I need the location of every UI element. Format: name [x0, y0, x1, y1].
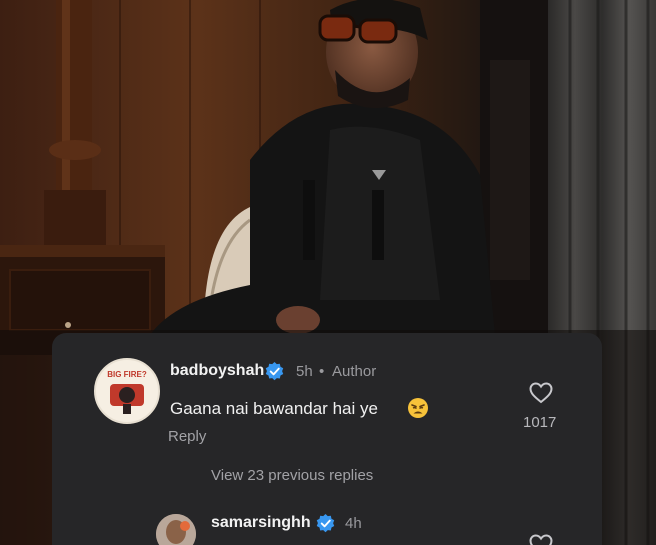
heart-icon[interactable] [529, 534, 553, 545]
avatar-logo-icon: BIG FIRE? [97, 361, 157, 421]
avatar-label: BIG FIRE? [107, 370, 147, 379]
meta-separator: • [319, 363, 325, 380]
reply-username[interactable]: samarsinghh [211, 514, 311, 532]
view-previous-replies-button[interactable]: View 23 previous replies [211, 467, 373, 484]
comment-username[interactable]: badboyshah [170, 362, 264, 380]
comment-time: 5h [296, 363, 313, 380]
reply-time: 4h [345, 515, 362, 532]
weary-face-emoji-icon [408, 398, 428, 418]
reply-button[interactable]: Reply [168, 428, 206, 445]
like-count: 1017 [523, 414, 557, 431]
comment-text: Gaana nai bawandar hai ye [170, 399, 378, 418]
verified-badge-icon [316, 514, 335, 533]
heart-icon[interactable] [529, 382, 553, 404]
instagram-post-view: BIG FIRE? badboyshah 5h • Author Gaana n… [0, 0, 656, 545]
avatar[interactable]: BIG FIRE? [94, 358, 160, 424]
author-tag: Author [332, 363, 377, 380]
verified-badge-icon [265, 362, 284, 381]
